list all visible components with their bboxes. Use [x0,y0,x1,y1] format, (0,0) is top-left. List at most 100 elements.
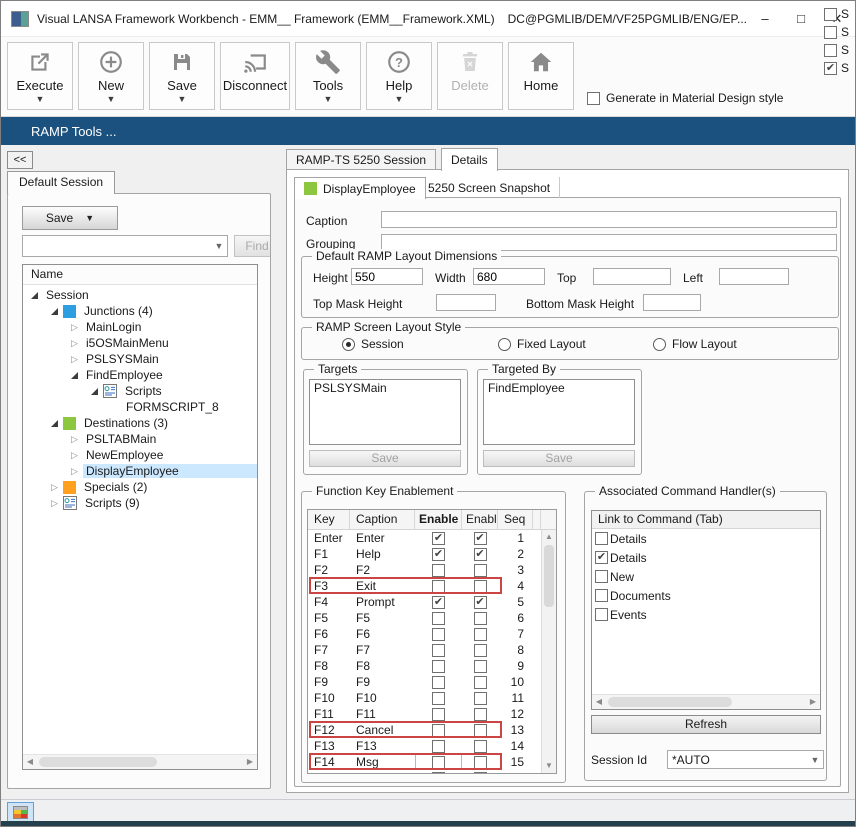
fkey-row[interactable]: F14Msg15 [308,754,541,770]
command-handler-item[interactable]: Events [592,605,820,624]
handler-checkbox[interactable] [595,608,608,621]
fkey-row[interactable]: F13F1314 [308,738,541,754]
fkey-enable1-checkbox[interactable] [432,580,445,593]
s-checkbox-box[interactable]: ✔ [824,62,837,75]
scroll-left-icon[interactable]: ◀ [23,755,37,769]
tree-item[interactable]: ▷MainLogin [23,319,257,335]
scrollbar-thumb[interactable] [544,545,554,607]
scroll-right-icon[interactable]: ▶ [806,695,820,709]
command-handler-item[interactable]: ✔Details [592,548,820,567]
fkey-row[interactable]: F6F67 [308,626,541,642]
collapse-panel-button[interactable]: << [7,151,33,169]
fkey-enable1-checkbox[interactable]: ✔ [432,548,445,561]
fkey-enable1-checkbox[interactable] [432,708,445,721]
height-input[interactable] [351,268,423,285]
targeted-by-save-button[interactable]: Save [483,450,635,467]
fkey-row[interactable]: F11F1112 [308,706,541,722]
handler-checkbox[interactable] [595,589,608,602]
session-search-combo[interactable]: ▼ [22,235,228,257]
targets-list[interactable]: PSLSYSMain [309,379,461,445]
status-app-button[interactable] [7,802,34,822]
fkey-enable2-checkbox[interactable]: ✔ [474,548,487,561]
fkey-enable2-checkbox[interactable]: ✔ [474,532,487,545]
tab-default-session[interactable]: Default Session [7,171,115,194]
tree-expanded-icon[interactable] [49,420,60,427]
handler-checkbox[interactable] [595,570,608,583]
command-handler-item[interactable]: Documents [592,586,820,605]
tree-item[interactable]: ▷PSLTABMain [23,431,257,447]
tools-button[interactable]: Tools▼ [295,42,361,110]
scrollbar-thumb[interactable] [39,757,157,767]
tree-item[interactable]: Scripts [23,383,257,399]
left-input[interactable] [719,268,789,285]
tree-item[interactable]: FORMSCRIPT_8 [23,399,257,415]
targeted-by-list[interactable]: FindEmployee [483,379,635,445]
fkey-enable2-checkbox[interactable] [474,580,487,593]
tree-expanded-icon[interactable] [89,388,100,395]
column-header-seq[interactable]: Seq [498,510,533,529]
material-design-checkbox[interactable]: Generate in Material Design style [587,91,783,105]
tab-details[interactable]: Details [441,148,498,171]
tree-expanded-icon[interactable] [49,308,60,315]
s-checkbox-box[interactable] [824,26,837,39]
s-checkbox-box[interactable] [824,44,837,57]
fkey-row[interactable] [308,770,541,773]
tree-item[interactable]: ▷PSLSYSMain [23,351,257,367]
fkey-enable2-checkbox[interactable] [474,564,487,577]
tree-item[interactable]: ▷DisplayEmployee [23,463,257,479]
new-button[interactable]: New▼ [78,42,144,110]
command-handler-item[interactable]: Details [592,529,820,548]
handler-checkbox[interactable]: ✔ [595,551,608,564]
column-header-caption[interactable]: Caption [350,510,415,529]
column-header-key[interactable]: Key [308,510,350,529]
scrollbar-thumb[interactable] [608,697,732,707]
tree-header-name[interactable]: Name [23,265,257,285]
targets-list-item[interactable]: PSLSYSMain [314,381,456,395]
fkey-enable1-checkbox[interactable] [432,644,445,657]
tree-item[interactable]: FindEmployee [23,367,257,383]
minimize-button[interactable]: – [747,3,783,35]
link-to-command-header[interactable]: Link to Command (Tab) [592,511,820,529]
maximize-button[interactable]: □ [783,3,819,35]
fkey-row[interactable]: F2F23 [308,562,541,578]
tree-expanded-icon[interactable] [69,372,80,379]
tree-item[interactable]: ▷Specials (2) [23,479,257,495]
targets-save-button[interactable]: Save [309,450,461,467]
fkey-enable2-checkbox[interactable] [474,756,487,769]
function-key-vertical-scrollbar[interactable]: ▲ ▼ [541,530,556,773]
fkey-enable1-checkbox[interactable] [432,564,445,577]
fkey-row[interactable]: F10F1011 [308,690,541,706]
session-id-combo[interactable]: *AUTO ▼ [667,750,824,769]
save-button[interactable]: Save▼ [149,42,215,110]
fkey-enable2-checkbox[interactable] [474,612,487,625]
tree-collapsed-icon[interactable]: ▷ [49,498,60,509]
tree-item[interactable]: Destinations (3) [23,415,257,431]
scroll-left-icon[interactable]: ◀ [592,695,606,709]
find-button[interactable]: Find [234,235,271,257]
width-input[interactable] [473,268,545,285]
fkey-enable1-checkbox[interactable] [432,628,445,641]
tree-collapsed-icon[interactable]: ▷ [69,338,80,349]
radio-button[interactable] [653,338,666,351]
fkey-row[interactable]: F8F89 [308,658,541,674]
tree-item[interactable]: Junctions (4) [23,303,257,319]
fkey-enable2-checkbox[interactable] [474,708,487,721]
fkey-enable1-checkbox[interactable]: ✔ [432,596,445,609]
tree-collapsed-icon[interactable]: ▷ [69,450,80,461]
disconnect-button[interactable]: Disconnect [220,42,290,110]
caption-input[interactable] [381,211,837,228]
execute-button[interactable]: Execute▼ [7,42,73,110]
column-header-enable-2[interactable]: Enable I [462,510,498,529]
tree-expanded-icon[interactable] [29,292,40,299]
s-checkbox-row[interactable]: S [824,41,849,59]
home-button[interactable]: Home [508,42,574,110]
tree-item[interactable]: ▷NewEmployee [23,447,257,463]
fkey-enable2-checkbox[interactable] [474,740,487,753]
fkey-row[interactable]: F5F56 [308,610,541,626]
top-input[interactable] [593,268,671,285]
s-checkbox-row[interactable]: S [824,23,849,41]
fkey-row[interactable]: F4Prompt✔✔5 [308,594,541,610]
s-checkbox-row[interactable]: S [824,5,849,23]
fkey-enable2-checkbox[interactable] [474,724,487,737]
fkey-enable1-checkbox[interactable] [432,740,445,753]
